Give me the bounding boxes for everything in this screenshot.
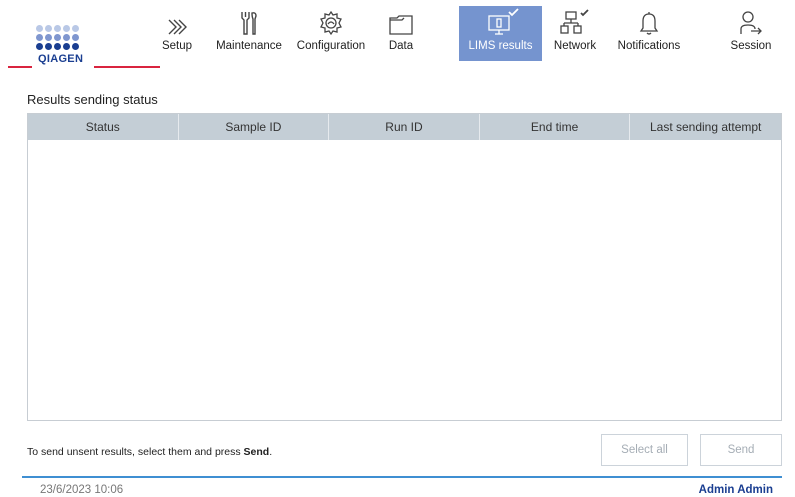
- nav-network-label: Network: [553, 40, 597, 52]
- hint-send-word: Send: [243, 446, 270, 458]
- status-datetime: 23/6/2023 10:06: [40, 484, 124, 496]
- nav-setup-label: Setup: [161, 40, 193, 52]
- status-bar-divider: [22, 476, 782, 478]
- nav-network[interactable]: Network: [551, 6, 599, 62]
- table-body: [28, 140, 781, 420]
- nav-configuration-label: Configuration: [296, 40, 366, 52]
- results-table: Status Sample ID Run ID End time Last se…: [27, 113, 782, 421]
- table-header: Status Sample ID Run ID End time Last se…: [28, 114, 781, 140]
- network-check-icon: [560, 6, 590, 36]
- page-title: Results sending status: [27, 92, 158, 107]
- nav-maintenance[interactable]: Maintenance: [212, 6, 286, 62]
- hint-period: .: [269, 446, 273, 458]
- nav-setup[interactable]: Setup: [158, 6, 196, 62]
- column-header-end-time[interactable]: End time: [480, 114, 631, 140]
- column-header-sample-id[interactable]: Sample ID: [179, 114, 330, 140]
- bell-icon: [638, 6, 660, 36]
- nav-lims-results-label: LIMS results: [468, 40, 533, 52]
- folder-icon: [388, 6, 414, 36]
- nav-notifications[interactable]: Notifications: [610, 6, 688, 62]
- nav-session-label: Session: [730, 40, 772, 52]
- nav-lims-results[interactable]: LIMS results: [459, 6, 542, 61]
- logo-divider-left: [8, 66, 32, 68]
- gear-icon: [318, 6, 344, 36]
- nav-maintenance-label: Maintenance: [216, 40, 282, 52]
- logo-text: QIAGEN: [38, 53, 84, 65]
- logo-dots: [36, 25, 79, 52]
- user-logout-icon: [738, 6, 764, 36]
- nav-data[interactable]: Data: [384, 6, 418, 62]
- column-header-last-sending-attempt[interactable]: Last sending attempt: [630, 114, 781, 140]
- send-hint: To send unsent results, select them and …: [27, 446, 272, 458]
- tools-icon: [238, 6, 260, 36]
- send-button[interactable]: Send: [700, 434, 782, 466]
- top-navigation-bar: QIAGEN Setup Maintenance Configuration D…: [0, 0, 795, 72]
- nav-configuration[interactable]: Configuration: [292, 6, 370, 62]
- column-header-status[interactable]: Status: [28, 114, 179, 140]
- column-header-run-id[interactable]: Run ID: [329, 114, 480, 140]
- chevrons-right-icon: [166, 6, 188, 36]
- status-user: Admin Admin: [698, 484, 773, 496]
- select-all-button[interactable]: Select all: [601, 434, 688, 466]
- monitor-check-icon: [483, 6, 519, 36]
- nav-data-label: Data: [388, 40, 414, 52]
- hint-text: To send unsent results, select them and …: [27, 446, 244, 458]
- nav-notifications-label: Notifications: [617, 40, 681, 52]
- nav-session[interactable]: Session: [728, 6, 774, 62]
- logo-divider-right: [94, 66, 160, 68]
